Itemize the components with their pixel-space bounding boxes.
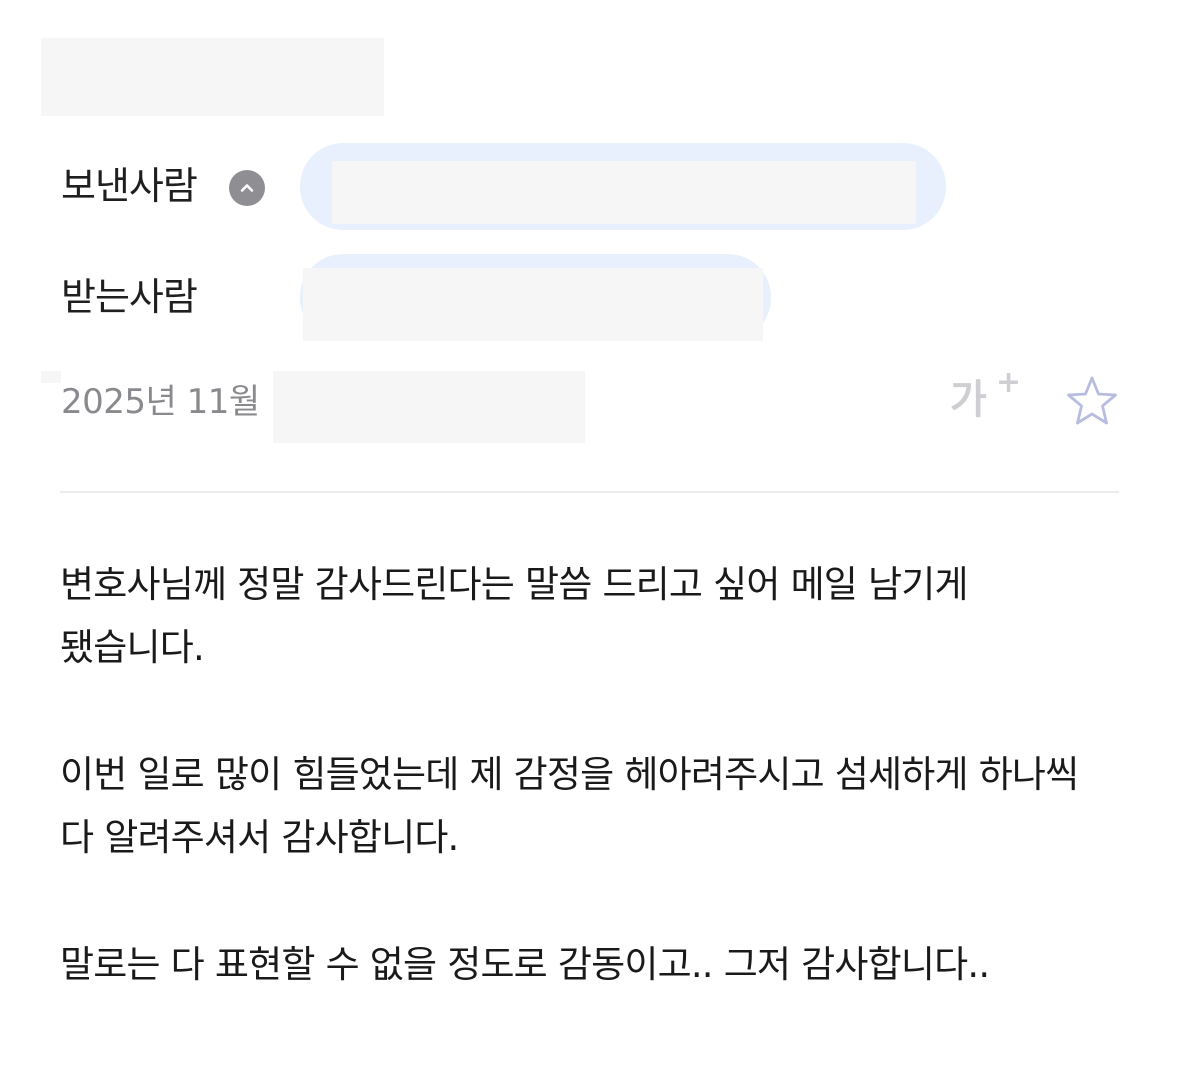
date-redacted — [273, 371, 585, 443]
body-paragraph: 변호사님께 정말 감사드린다는 말씀 드리고 싶어 메일 남기게 됐습니다. — [60, 563, 969, 669]
star-outline-icon — [1067, 376, 1117, 425]
font-size-button[interactable]: 가 + — [950, 366, 1024, 432]
sender-chip[interactable] — [300, 143, 946, 230]
sender-toggle-button[interactable] — [229, 170, 265, 206]
font-size-icon: 가 — [950, 377, 987, 423]
chevron-up-icon — [240, 184, 254, 192]
font-size-plus-icon: + — [996, 365, 1022, 400]
recipient-redacted — [303, 268, 763, 341]
date-redacted-mark — [41, 371, 61, 383]
sender-label: 보낸사람 — [61, 164, 198, 208]
body-paragraph: 말로는 다 표현할 수 없을 정도로 감동이고.. 그저 감사합니다.. — [60, 943, 990, 986]
mail-body: 변호사님께 정말 감사드린다는 말씀 드리고 싶어 메일 남기게 됐습니다. 이… — [60, 553, 1122, 1060]
recipient-chip[interactable] — [300, 254, 771, 341]
sender-redacted — [332, 161, 916, 224]
subject-redacted — [41, 38, 384, 116]
recipient-label: 받는사람 — [61, 275, 198, 319]
header-divider — [60, 491, 1119, 493]
body-paragraph: 이번 일로 많이 힘들었는데 제 감정을 헤아려주시고 섬세하게 하나씩 다 알… — [60, 753, 1079, 859]
date-text: 2025년 11월 — [61, 382, 260, 422]
star-button[interactable] — [1063, 374, 1121, 430]
